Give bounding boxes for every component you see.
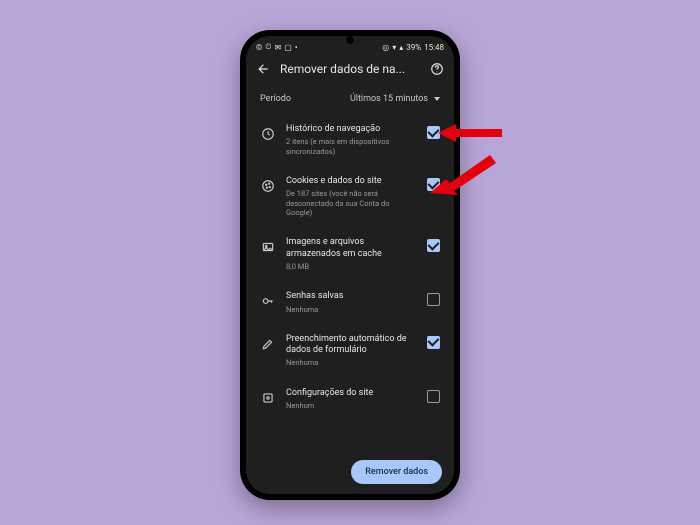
- option-site-settings[interactable]: Configurações do site Nenhum: [252, 378, 448, 421]
- status-icon: •: [295, 43, 298, 52]
- app-header: Remover dados de na...: [246, 54, 454, 84]
- option-autofill[interactable]: Preenchimento automático de dados de for…: [252, 324, 448, 378]
- option-saved-passwords[interactable]: Senhas salvas Nenhuma: [252, 281, 448, 324]
- option-title: Imagens e arquivos armazenados em cache: [286, 237, 417, 260]
- checkbox[interactable]: [427, 390, 440, 403]
- option-text: Senhas salvas Nenhuma: [286, 291, 417, 314]
- pencil-icon: [260, 336, 276, 352]
- option-cookies[interactable]: Cookies e dados do site De 187 sites (vo…: [252, 166, 448, 227]
- status-right: ◎ ▾ ▴ 39% 15:48: [382, 43, 444, 52]
- remove-button-label: Remover dados: [365, 467, 428, 477]
- battery-percent: 39%: [406, 43, 421, 52]
- help-icon[interactable]: [430, 62, 444, 76]
- clock-icon: [260, 126, 276, 142]
- option-subtitle: De 187 sites (você não será desconectado…: [286, 189, 417, 217]
- key-icon: [260, 293, 276, 309]
- option-text: Preenchimento automático de dados de for…: [286, 334, 417, 368]
- settings-icon: [260, 390, 276, 406]
- option-title: Cookies e dados do site: [286, 176, 417, 187]
- status-icon: ◎: [382, 43, 389, 52]
- status-icon: ©: [256, 43, 262, 52]
- checkbox[interactable]: [427, 293, 440, 306]
- status-icon: ✉: [275, 43, 282, 52]
- callout-arrow-1: [438, 118, 508, 158]
- option-subtitle: Nenhuma: [286, 305, 417, 314]
- option-title: Histórico de navegação: [286, 124, 417, 135]
- cookie-icon: [260, 178, 276, 194]
- status-icon: ▢: [284, 43, 292, 52]
- phone-frame: © ⏲ ✉ ▢ • ◎ ▾ ▴ 39% 15:48 Remover dados …: [240, 30, 460, 500]
- camera-notch: [346, 36, 354, 44]
- option-title: Senhas salvas: [286, 291, 417, 302]
- option-browsing-history[interactable]: Histórico de navegação 2 itens (e mais e…: [252, 114, 448, 166]
- status-icon: ▾: [392, 43, 396, 52]
- screen: © ⏲ ✉ ▢ • ◎ ▾ ▴ 39% 15:48 Remover dados …: [246, 36, 454, 494]
- clock: 15:48: [424, 43, 444, 52]
- remove-data-button[interactable]: Remover dados: [351, 460, 442, 484]
- callout-arrow-2: [430, 155, 510, 205]
- period-dropdown[interactable]: Últimos 15 minutos: [350, 94, 440, 104]
- option-subtitle: 8,0 MB: [286, 262, 417, 271]
- image-icon: [260, 239, 276, 255]
- option-title: Preenchimento automático de dados de for…: [286, 334, 417, 357]
- status-icon: ▴: [399, 43, 403, 52]
- option-subtitle: Nenhuma: [286, 358, 417, 367]
- checkbox[interactable]: [427, 336, 440, 349]
- option-subtitle: Nenhum: [286, 401, 417, 410]
- period-value: Últimos 15 minutos: [350, 94, 428, 104]
- option-title: Configurações do site: [286, 388, 417, 399]
- status-icon: ⏲: [265, 42, 271, 52]
- option-text: Cookies e dados do site De 187 sites (vo…: [286, 176, 417, 217]
- back-arrow-icon[interactable]: [256, 62, 270, 76]
- option-text: Configurações do site Nenhum: [286, 388, 417, 411]
- period-row: Período Últimos 15 minutos: [246, 84, 454, 114]
- option-cached-images[interactable]: Imagens e arquivos armazenados em cache …: [252, 227, 448, 281]
- options-list: Histórico de navegação 2 itens (e mais e…: [246, 114, 454, 420]
- checkbox[interactable]: [427, 239, 440, 252]
- status-left: © ⏲ ✉ ▢ •: [256, 42, 298, 52]
- page-title: Remover dados de na...: [280, 62, 420, 76]
- option-text: Imagens e arquivos armazenados em cache …: [286, 237, 417, 271]
- chevron-down-icon: [434, 97, 440, 101]
- option-text: Histórico de navegação 2 itens (e mais e…: [286, 124, 417, 156]
- period-label: Período: [260, 94, 291, 104]
- option-subtitle: 2 itens (e mais em dispositivos sincroni…: [286, 137, 417, 156]
